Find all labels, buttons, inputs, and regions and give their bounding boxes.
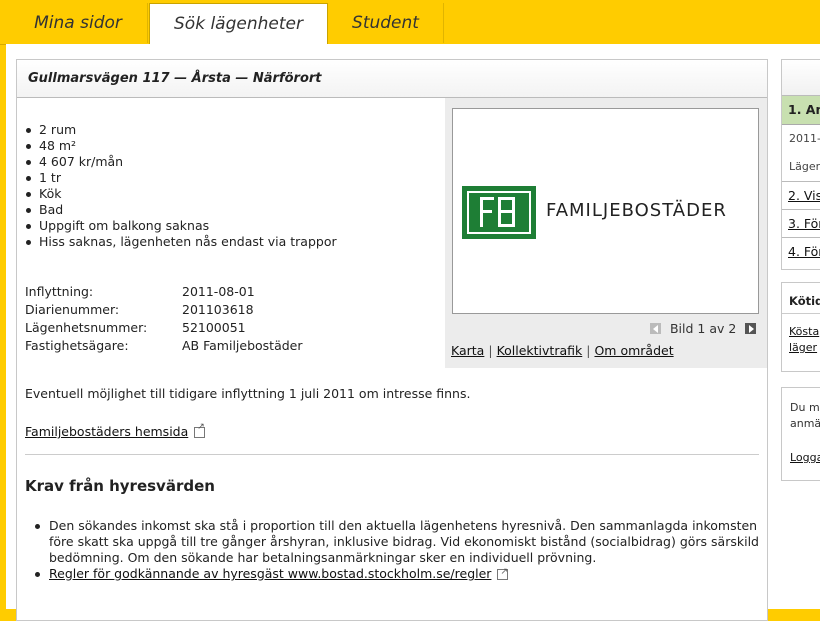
requirements-list: Den sökandes inkomst ska stå i proportio… [33,518,763,582]
gallery-links: Karta | Kollektivtrafik | Om området [451,343,674,358]
feature-item: 2 rum [25,122,337,138]
login-prompt-text: Du m [790,401,820,414]
image-counter: Bild 1 av 2 [669,320,737,336]
rules-link[interactable]: Regler för godkännande av hyresgäst www.… [49,566,491,581]
login-prompt-text-2: anmä [790,417,820,430]
step-4-link[interactable]: 4. För [788,244,820,259]
feature-item: 1 tr [25,170,337,186]
info-row-diarienummer: Diarienummer: 201103618 [25,301,425,319]
login-prompt-panel: Du m anmä Logga [781,387,820,481]
homepage-link-label: Familjebostäders hemsida [25,424,189,439]
step-4[interactable]: 4. För [782,237,820,265]
tab-sok-lagenheter[interactable]: Sök lägenheter [149,3,328,46]
listing-info: Inflyttning: 2011-08-01 Diarienummer: 20… [25,283,425,355]
step-1-date: 2011- [789,132,820,145]
info-value: 52100051 [182,320,246,335]
queue-time-header: Kötid [782,283,820,314]
step-1-sub: Läger [789,160,820,173]
previous-image-icon[interactable] [650,323,661,334]
familjebostader-logo-mark [462,186,536,239]
info-label: Inflyttning: [25,284,94,299]
map-link[interactable]: Karta [451,343,484,358]
familjebostader-logo-text: FAMILJEBOSTÄDER [546,200,727,221]
feature-item: 48 m² [25,138,337,154]
info-value: AB Familjebostäder [182,338,303,353]
info-row-inflyttning: Inflyttning: 2011-08-01 [25,283,425,301]
top-navigation: Mina sidor Sök lägenheter Student [0,0,820,46]
gallery-image[interactable]: FAMILJEBOSTÄDER [452,108,759,314]
info-row-fastighetsagare: Fastighetsägare: AB Familjebostäder [25,337,425,355]
info-row-lagenhetsnummer: Lägenhetsnummer: 52100051 [25,319,425,337]
next-image-icon[interactable] [745,323,757,334]
step-1-active[interactable]: 1. Am [782,96,820,125]
step-2-link[interactable]: 2. Vis [788,188,820,203]
step-2[interactable]: 2. Vis [782,181,820,209]
listing-panel: Gullmarsvägen 117 — Årsta — Närförort 2 … [16,59,768,621]
feature-item: Hiss saknas, lägenheten nås endast via t… [25,234,337,250]
area-link[interactable]: Om området [594,343,673,358]
info-label: Lägenhetsnummer: [25,320,148,335]
tab-student[interactable]: Student [327,3,444,43]
section-divider [25,454,759,455]
step-3[interactable]: 3. För [782,209,820,237]
queue-time-link[interactable]: Kösta [782,324,820,340]
move-in-notice: Eventuell möjlighet till tidigare inflyt… [25,386,471,401]
feature-item: Uppgift om balkong saknas [25,218,337,234]
feature-list: 2 rum 48 m² 4 607 kr/mån 1 tr Kök Bad Up… [25,122,337,250]
feature-item: 4 607 kr/mån [25,154,337,170]
queue-time-link-2[interactable]: läger [782,340,820,356]
external-link-icon [497,564,509,580]
requirement-item: Regler för godkännande av hyresgäst www.… [33,564,763,582]
application-steps-panel: 1. Am 2011- Läger 2. Vis 3. För 4. För [781,59,820,270]
transit-link[interactable]: Kollektivtrafik [497,343,583,358]
info-value: 2011-08-01 [182,284,255,299]
feature-item: Bad [25,202,337,218]
info-value: 201103618 [182,302,254,317]
info-label: Diarienummer: [25,302,120,317]
image-gallery: FAMILJEBOSTÄDER Bild 1 av 2 Karta | Kollek… [445,98,767,368]
listing-title-bar: Gullmarsvägen 117 — Årsta — Närförort [17,60,767,98]
requirement-item: Den sökandes inkomst ska stå i proportio… [33,518,763,566]
external-link-icon [194,422,206,438]
tab-mina-sidor[interactable]: Mina sidor [8,3,148,43]
image-pager: Bild 1 av 2 [650,320,757,336]
listing-title: Gullmarsvägen 117 — Årsta — Närförort [28,71,322,86]
queue-time-panel: Kötid Kösta läger [781,282,820,372]
feature-item: Kök [25,186,337,202]
info-label: Fastighetsägare: [25,338,129,353]
steps-header [782,60,820,96]
login-link[interactable]: Logga [782,450,820,466]
step-3-link[interactable]: 3. För [788,216,820,231]
landlord-homepage-link[interactable]: Familjebostäders hemsida [25,422,206,439]
requirements-heading: Krav från hyresvärden [25,477,215,495]
